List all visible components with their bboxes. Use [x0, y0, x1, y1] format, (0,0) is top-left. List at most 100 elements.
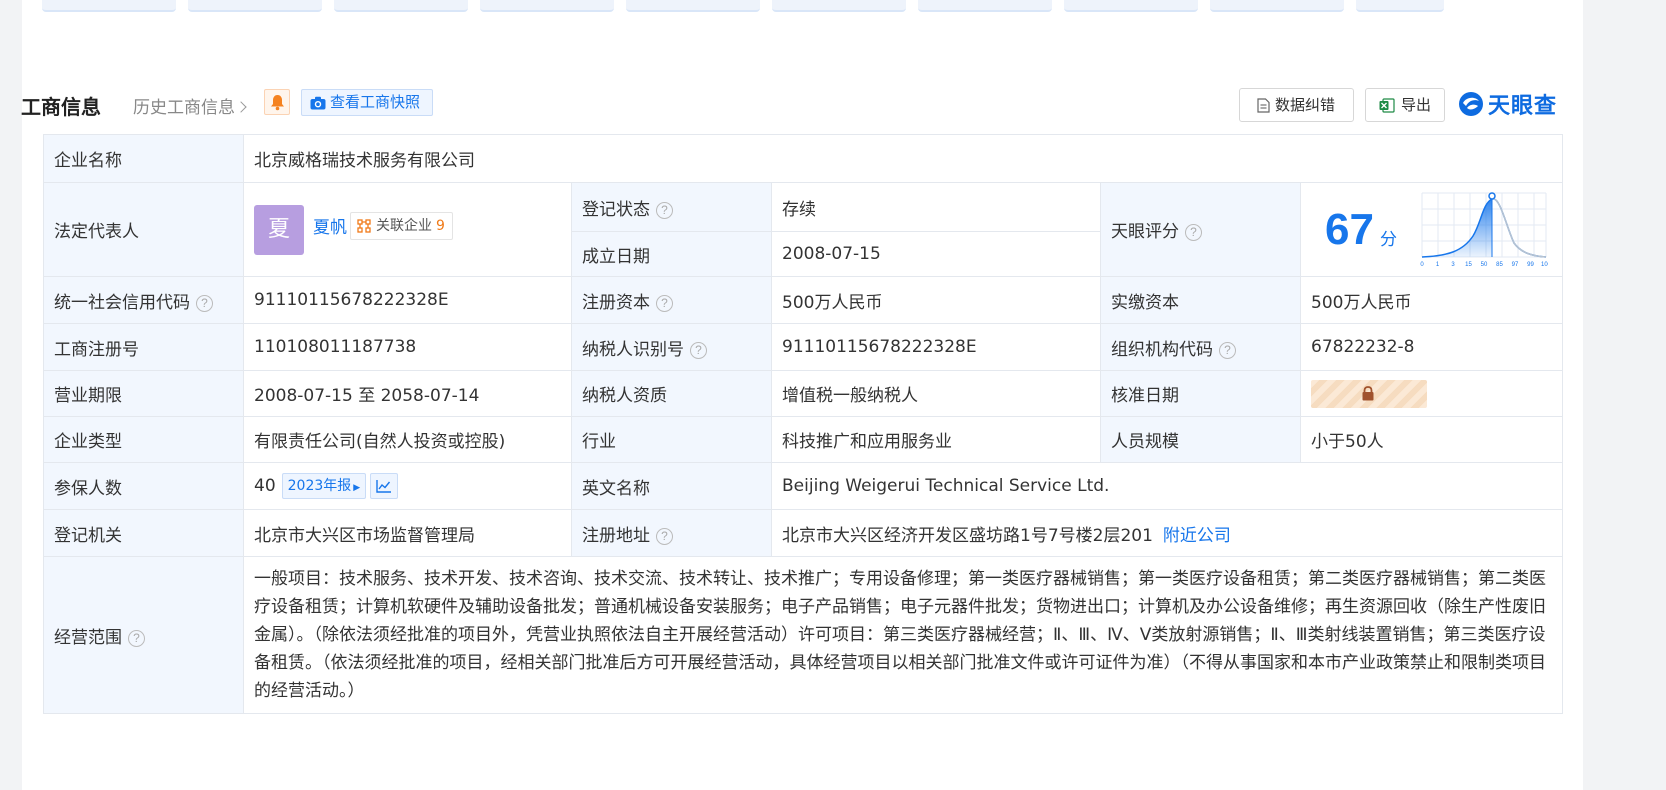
reg-capital-value: 500万人民币 — [771, 276, 1101, 324]
score-curve-rest — [1491, 198, 1547, 258]
score-label-text: 天眼评分 — [1111, 222, 1179, 242]
view-snapshot-label: 查看工商快照 — [330, 93, 421, 111]
help-icon[interactable]: ? — [690, 341, 707, 359]
score-axis-tick-label: 85 — [1496, 262, 1503, 268]
export-button[interactable]: 导出 — [1365, 88, 1445, 122]
help-icon[interactable]: ? — [656, 201, 673, 219]
data-correction-button[interactable]: 数据纠错 — [1239, 88, 1354, 122]
score-label: 天眼评分? — [1100, 182, 1301, 277]
table-row: 经营范围? 一般项目：技术服务、技术开发、技术咨询、技术交流、技术转让、技术推广… — [43, 556, 1564, 714]
reg-address-label: 注册地址? — [571, 509, 772, 557]
network-icon — [357, 218, 371, 233]
score-unit: 分 — [1379, 230, 1397, 250]
scope-label: 经营范围? — [43, 556, 244, 714]
top-tab-strip — [22, 0, 1583, 14]
legal-rep-name-link[interactable]: 夏帆 — [313, 213, 347, 238]
industry-label: 行业 — [571, 416, 772, 463]
company-type-value: 有限责任公司(自然人投资或控股) — [243, 416, 572, 463]
help-icon[interactable]: ? — [196, 294, 213, 312]
history-link-label: 历史工商信息 — [133, 98, 235, 118]
top-tab-stub[interactable] — [918, 0, 1052, 12]
reg-authority-label: 登记机关 — [43, 509, 244, 557]
company-name-value: 北京威格瑞技术服务有限公司 — [242, 134, 1564, 183]
camera-icon — [310, 96, 326, 110]
locked-content-button[interactable] — [1311, 379, 1427, 408]
reg-no-value: 110108011187738 — [243, 323, 572, 371]
monitor-bell-button[interactable] — [264, 89, 290, 115]
help-icon[interactable]: ? — [128, 629, 145, 647]
top-tab-stub[interactable] — [772, 0, 906, 12]
score-axis-tick-label: 100 — [1541, 262, 1548, 268]
paid-capital-label: 实缴资本 — [1100, 276, 1301, 324]
reg-authority-value: 北京市大兴区市场监督管理局 — [243, 509, 572, 557]
table-row: 参保人数 40 2023年报 ▶ 英文名称 Beijing Weigerui Tec… — [43, 462, 1564, 510]
table-row: 统一社会信用代码? 91110115678222328E 注册资本? 500万人… — [43, 276, 1564, 324]
related-companies-count: 9 — [436, 217, 445, 234]
related-companies-badge[interactable]: 关联企业 9 — [350, 211, 453, 240]
business-term-value: 2008-07-15 至 2058-07-14 — [243, 370, 572, 417]
help-icon[interactable]: ? — [1185, 224, 1202, 241]
reg-address-value: 北京市大兴区经济开发区盛坊路1号7号楼2层201 — [782, 525, 1153, 546]
annual-report-label: 2023年报 — [287, 478, 352, 494]
help-icon[interactable]: ? — [1219, 341, 1236, 359]
avatar[interactable]: 夏 — [254, 204, 304, 255]
top-tab-stub[interactable] — [1064, 0, 1198, 12]
org-code-label: 组织机构代码? — [1100, 323, 1301, 371]
top-tab-stub[interactable] — [1210, 0, 1344, 12]
score-marker-dot — [1488, 192, 1496, 200]
top-tab-stub[interactable] — [480, 0, 614, 12]
logo-text: 天眼查 — [1488, 94, 1558, 119]
reg-capital-label-text: 注册资本 — [582, 292, 650, 313]
reg-status-value: 存续 — [771, 182, 1101, 232]
top-tab-stub[interactable] — [1356, 0, 1444, 12]
export-label: 导出 — [1401, 96, 1432, 114]
legal-rep-cell: 夏夏帆 关联企业 9 — [243, 182, 572, 277]
nearby-companies-link[interactable]: 附近公司 — [1163, 526, 1231, 546]
view-snapshot-button[interactable]: 查看工商快照 — [301, 89, 433, 116]
trend-chart-button[interactable] — [370, 473, 399, 499]
trend-chart-icon — [376, 480, 392, 493]
approval-date-cell — [1299, 370, 1564, 417]
credit-code-label: 统一社会信用代码? — [43, 276, 244, 324]
top-tab-stub[interactable] — [334, 0, 468, 12]
business-info-table: 企业名称 北京威格瑞技术服务有限公司 法定代表人 夏夏帆 关联企业 9 登记状态? … — [43, 134, 1564, 714]
credit-code-label-text: 统一社会信用代码 — [54, 292, 190, 313]
approval-date-label: 核准日期 — [1100, 370, 1301, 417]
taxpayer-qual-value: 增值税一般纳税人 — [771, 370, 1101, 417]
help-icon[interactable]: ? — [656, 527, 673, 545]
reg-no-label: 工商注册号 — [43, 323, 244, 371]
top-tab-stub[interactable] — [188, 0, 322, 12]
annual-report-badge[interactable]: 2023年报 ▶ — [281, 473, 367, 499]
taxpayer-qual-label: 纳税人资质 — [571, 370, 772, 417]
score-axis-tick-label: 99 — [1527, 262, 1534, 268]
score-cell[interactable]: 67分 0 1 3 15 50 85 97 99 100 — [1299, 182, 1564, 277]
est-date-label: 成立日期 — [571, 231, 772, 277]
score-axis-ticks: 0 1 3 15 50 85 97 99 100 — [1420, 262, 1548, 268]
table-row: 企业类型 有限责任公司(自然人投资或控股) 行业 科技推广和应用服务业 人员规模… — [43, 416, 1564, 463]
industry-value: 科技推广和应用服务业 — [771, 416, 1101, 463]
score-axis-tick-label: 15 — [1465, 262, 1472, 268]
english-name-value: Beijing Weigerui Technical Service Ltd. — [770, 462, 1564, 510]
history-link[interactable]: 历史工商信息 — [133, 93, 247, 118]
credit-code-value: 91110115678222328E — [243, 276, 572, 324]
staff-size-value: 小于50人 — [1299, 416, 1564, 463]
scope-label-text: 经营范围 — [54, 627, 122, 648]
reg-status-label: 登记状态? — [571, 182, 772, 232]
top-tab-stub[interactable] — [626, 0, 760, 12]
score-area — [1422, 199, 1493, 257]
help-icon[interactable]: ? — [656, 294, 673, 312]
taxpayer-id-label-text: 纳税人识别号 — [582, 339, 684, 360]
reg-capital-label: 注册资本? — [571, 276, 772, 324]
table-row: 登记机关 北京市大兴区市场监督管理局 注册地址? 北京市大兴区经济开发区盛坊路1… — [43, 509, 1564, 557]
reg-status-label-text: 登记状态 — [582, 199, 650, 220]
top-tab-stub[interactable] — [42, 0, 176, 12]
company-name-label: 企业名称 — [43, 134, 244, 183]
org-code-value: 67822232-8 — [1299, 323, 1564, 371]
document-icon — [1257, 98, 1270, 113]
lock-icon — [1362, 385, 1374, 400]
reg-address-label-text: 注册地址 — [582, 525, 650, 546]
table-row: 法定代表人 夏夏帆 关联企业 9 登记状态? 存续 天眼评分? 67 分 0 1 3 15 5… — [43, 182, 1564, 277]
chevron-right-icon — [235, 101, 247, 113]
insured-cell: 40 2023年报 ▶ — [243, 462, 572, 510]
section-title: 工商信息 — [21, 95, 101, 119]
